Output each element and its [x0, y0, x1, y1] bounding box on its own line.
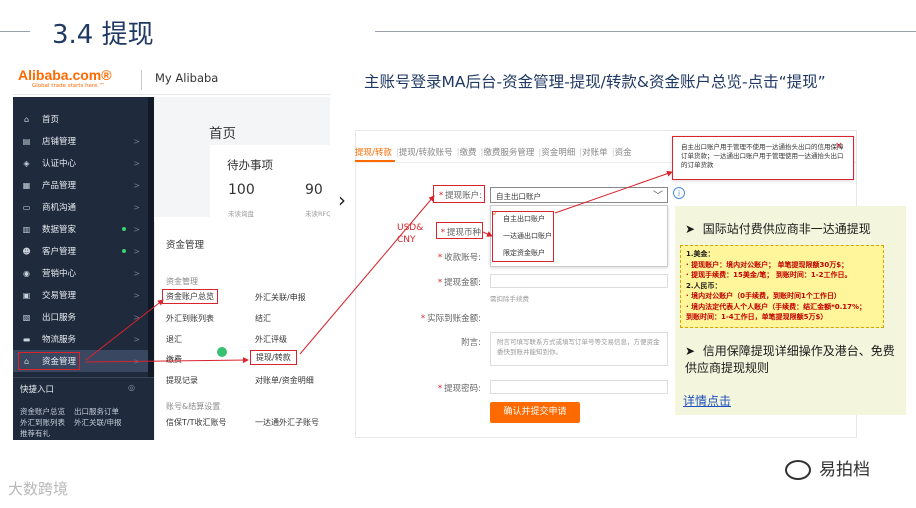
arrow-to-form: [299, 195, 435, 355]
notes-heading: ➤ 国际站付费供应商非一达通提现: [685, 222, 871, 236]
wechat-icon: [785, 460, 811, 480]
rule-line: 2.人民币：: [686, 281, 722, 290]
rule-line: 1.美金：: [686, 250, 715, 258]
notes-rules: ➤ 信用保障提现详细操作及港台、免费供应商提现规则: [685, 344, 895, 375]
arrow-to-overview: [85, 299, 164, 361]
rule-line: · 提现手续费：15美金/笔； 到账时间：1-2工作日。: [686, 271, 852, 279]
arrow-to-tooltip: [554, 170, 673, 214]
arrow-to-options: [482, 231, 493, 237]
rules-box: 1.美金： · 提现账户：境内对公账户； 单笔提现限额30万$； · 提现手续费：1…: [680, 245, 884, 328]
rule-line: 到账时间：1-4工作日，单笔提现限额5万$）: [686, 313, 828, 321]
watermark-left: 大数跨境: [8, 480, 69, 498]
details-link[interactable]: 详情点击: [683, 392, 731, 409]
rule-line: · 境内法定代表人个人账户（手续费：结汇金额*0.17%；: [686, 302, 867, 311]
rule-line: · 提现账户：境内对公账户； 单笔提现限额30万$；: [686, 260, 849, 269]
arrow-to-withdraw: [85, 357, 249, 364]
rule-line: · 境内对公账户（0手续费，到账时间1个工作日）: [686, 292, 841, 300]
watermark-right: 易拍档: [785, 455, 870, 480]
